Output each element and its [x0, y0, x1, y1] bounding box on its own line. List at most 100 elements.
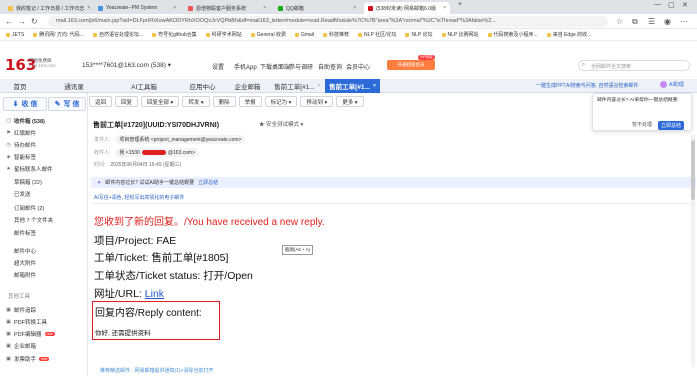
main-tab[interactable]: 应用中心	[180, 79, 225, 93]
tool-item[interactable]: ▣ 发票助手 new	[6, 355, 50, 363]
star-bookmark-icon[interactable]: ☆	[616, 17, 623, 26]
extensions-icon[interactable]: ⧉	[632, 17, 638, 26]
top-nav-link[interactable]: 参与调研	[289, 62, 313, 71]
browser-tab[interactable]: (538封未读) 网易邮箱6.0版 ×	[364, 2, 450, 14]
bookmark-item[interactable]: 腾讯网/ 方向: 代码...	[33, 31, 84, 38]
bookmark-item[interactable]: General 收费	[250, 31, 286, 38]
browser-tab[interactable]: QQ邮箱 ×	[274, 2, 360, 14]
account-name[interactable]: 153****7601@163.com (538) ▾	[82, 61, 171, 69]
bookmark-item[interactable]: NLP 比赛网站	[441, 31, 479, 38]
tool-item[interactable]: ▣ PDF转换工具	[6, 318, 47, 326]
close-window-icon[interactable]: ✕	[682, 1, 688, 9]
sender-chip[interactable]: 项目管理系统 <project_management@yeacreate.com…	[115, 135, 246, 144]
sidebar-item[interactable]: 邮件中心	[6, 247, 36, 255]
tool-item[interactable]: ▣ PDF编辑器 new	[6, 330, 55, 338]
bookmark-item[interactable]: JETS	[6, 32, 24, 38]
toolbar-button[interactable]: 回复	[115, 96, 139, 107]
tab-close-icon[interactable]: ×	[443, 5, 446, 11]
sidebar-item[interactable]: ◷ 待办邮件	[6, 141, 36, 149]
profile-icon[interactable]: ◉	[664, 17, 671, 26]
toolbar-button[interactable]: 移动到 ▾	[300, 96, 334, 107]
top-nav-link[interactable]: 会员中心	[346, 62, 370, 71]
ticket-link[interactable]: Link	[145, 288, 164, 300]
bookmark-item[interactable]: 科技推荐	[323, 31, 349, 38]
toolbar-button[interactable]: 返回	[89, 96, 113, 107]
recipient-chip[interactable]: 我 <1530 @163.com>	[115, 148, 200, 157]
minimize-icon[interactable]: —	[654, 1, 661, 8]
toolbar-button[interactable]: 标记为 ▾	[264, 96, 298, 107]
back-icon[interactable]: ←	[5, 17, 13, 26]
todo-icon: ◷	[6, 142, 11, 148]
sidebar-item[interactable]: ◈ 智能标签	[6, 153, 36, 161]
flag-note[interactable]: ★ 安全测试模式 ▾	[259, 120, 303, 128]
search-icon: ⌕	[582, 62, 586, 68]
toolbar-button[interactable]: 转发 ▾	[182, 96, 210, 107]
sidebar-item[interactable]: ▢ 收件箱 (538)	[6, 117, 45, 125]
ai-assistant-button[interactable]: AI助理	[660, 81, 684, 88]
bookmark-item[interactable]: 符号化github合集	[152, 31, 197, 38]
top-nav-link[interactable]: 下载桌面端	[260, 62, 290, 71]
bookmark-item[interactable]: Gmail	[294, 32, 314, 38]
tab-close-icon[interactable]: ×	[173, 5, 176, 11]
popup-cancel-button[interactable]: 暂不处理	[632, 121, 652, 128]
tools-title: 其他工具	[8, 294, 31, 300]
sidebar-item[interactable]: 已发送	[6, 190, 31, 198]
footer-note[interactable]: 推荐精选邮件 · 网易邮箱提供通知(1)+清除当前打开	[100, 367, 213, 374]
popup-confirm-button[interactable]: 立即总结	[658, 121, 685, 130]
top-nav-link[interactable]: 手机App	[234, 62, 257, 71]
browser-tab[interactable]: Yeacreate--PM System ×	[94, 2, 180, 14]
bookmark-item[interactable]: NLP 社区/论坛	[358, 31, 396, 38]
main-tab[interactable]: 售前工单[#1... ×	[270, 79, 325, 93]
tab-close-icon[interactable]: ×	[87, 5, 90, 11]
main-tab[interactable]: 首页	[0, 79, 40, 93]
sidebar-item[interactable]: 订阅邮件 (2)	[6, 204, 44, 212]
sidebar-item[interactable]: 草稿箱 (22)	[6, 178, 42, 186]
receive-button[interactable]: ⬇ 收 信	[3, 97, 47, 111]
ppt-link[interactable]: 一键生成PPT	[536, 82, 566, 89]
browser-tab[interactable]: 恩倍物联客户服务系统 ×	[184, 2, 270, 14]
summarize-link[interactable]: 立即总结	[198, 179, 218, 186]
vip-button[interactable]: 开通超级会员	[387, 60, 435, 70]
sidebar-item[interactable]: ⚑ 红旗邮件	[6, 129, 36, 137]
ai-search-link[interactable]: AI搜索与问答, 自然语言检索邮件	[566, 82, 639, 89]
sidebar-item[interactable]: 其他 7 个文件夹	[6, 216, 53, 224]
write-button[interactable]: ✎ 写 信	[48, 97, 86, 111]
forward-icon[interactable]: →	[18, 17, 26, 26]
close-tab-icon[interactable]: ×	[318, 83, 321, 89]
tab-close-icon[interactable]: ×	[353, 5, 356, 11]
top-nav-link[interactable]: 自助查询	[318, 62, 342, 71]
bookmark-item[interactable]: 科研学术网站	[205, 31, 242, 38]
favorites-icon[interactable]: ☰	[648, 17, 655, 26]
ai-write-tip[interactable]: AI写信+润色, 轻松写出高情化的电子邮件	[94, 194, 184, 201]
toolbar-button[interactable]: 回复全部 ▾	[141, 96, 180, 107]
maximize-icon[interactable]: ▢	[668, 1, 675, 9]
tool-item[interactable]: ▣ 企业邮箱	[6, 342, 36, 350]
new-badge: new	[39, 357, 50, 361]
sidebar-item[interactable]: 超大附件	[6, 259, 36, 267]
top-nav-link[interactable]: 设置	[212, 62, 224, 71]
scrollbar-thumb[interactable]	[691, 140, 695, 200]
toolbar-button[interactable]: 举报	[238, 96, 262, 107]
tool-item[interactable]: ▣ 邮件追踪	[6, 306, 36, 314]
browser-tab[interactable]: 我的笔记 / 工作日报 / 工作日志 ×	[4, 2, 90, 14]
bookmark-item[interactable]: NLP 论坛	[405, 31, 433, 38]
bookmark-item[interactable]: 来自 Edge 的收...	[546, 31, 591, 38]
close-tab-icon[interactable]: ×	[373, 83, 376, 89]
url-input[interactable]: mail.163.com/js6/main.jsp?sid=DLFprRhXuw…	[48, 16, 608, 27]
main-tab[interactable]: 售前工单[#1... ×	[325, 79, 380, 93]
reload-icon[interactable]: ↻	[31, 17, 38, 26]
sidebar-item[interactable]: ★ 星标联系人邮件	[6, 165, 52, 173]
main-tab[interactable]: 企业邮箱	[225, 79, 270, 93]
new-tab-icon[interactable]: +	[458, 1, 462, 8]
sidebar-item[interactable]: 邮件标签	[6, 229, 36, 237]
bookmark-item[interactable]: 自然语言处理论坛...	[92, 31, 143, 38]
toolbar-button[interactable]: 更多 ▾	[336, 96, 364, 107]
sidebar-item[interactable]: 邮箱附件	[6, 271, 36, 279]
main-tab[interactable]: AI工具箱	[108, 79, 180, 93]
bookmark-item[interactable]: 代码搜索及小程序...	[487, 31, 538, 38]
main-tab[interactable]: 通讯录	[40, 79, 108, 93]
more-icon[interactable]: ⋯	[680, 17, 688, 26]
mail-search-input[interactable]: 全网邮件全文搜索	[578, 60, 690, 71]
toolbar-button[interactable]: 删除	[212, 96, 236, 107]
tab-close-icon[interactable]: ×	[263, 5, 266, 11]
